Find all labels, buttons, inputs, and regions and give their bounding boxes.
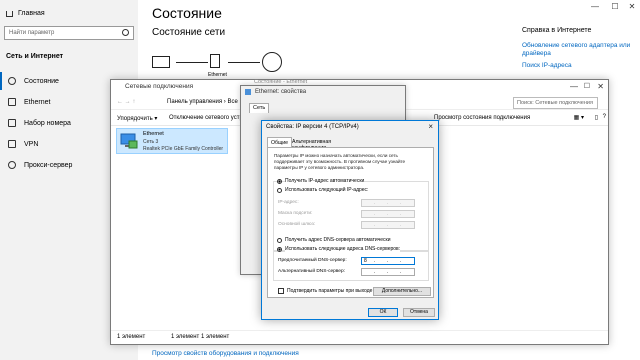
item-count-duplicate: 1 элемент 1 элемент (171, 334, 230, 340)
connection-network: Сеть 3 (143, 139, 159, 145)
connection-name: Ethernet (143, 131, 164, 137)
ip-address-field[interactable]: ... (361, 199, 415, 207)
sidebar-item-label: VPN (24, 140, 39, 148)
description-text: Параметры IP можно назначать автоматичес… (274, 153, 406, 170)
page-subtitle: Состояние сети (152, 27, 226, 38)
tab-network[interactable]: Сеть (249, 103, 269, 113)
ip-manual-radio[interactable] (277, 188, 282, 193)
network-adapter-icon (120, 133, 138, 149)
maximize-button[interactable]: ☐ (584, 82, 590, 90)
dns-auto-radio[interactable] (277, 238, 282, 243)
ethernet-port-icon (210, 54, 220, 68)
disable-device-button[interactable]: Отключение сетевого устро (169, 115, 246, 121)
validate-checkbox[interactable] (278, 288, 284, 294)
sidebar-item-label: Прокси-сервер (24, 161, 73, 169)
close-button[interactable]: × (428, 122, 433, 131)
validate-label: Подтвердить параметры при выходе (287, 288, 373, 294)
subnet-mask-label: Маска подсети: (278, 211, 313, 216)
connection-item-ethernet[interactable]: Ethernet Сеть 3 Realtek PCIe GbE Family … (116, 128, 228, 154)
globe-icon (8, 77, 16, 85)
nav-section-title: Сеть и Интернет (6, 53, 64, 60)
sidebar-item-label: Ethernet (24, 98, 51, 106)
help-icon[interactable]: ? (603, 114, 606, 120)
dns-auto-label: Получить адрес DNS-сервера автоматически (285, 237, 391, 243)
home-link[interactable]: Главная (6, 10, 45, 17)
sidebar-item-label: Набор номера (24, 119, 71, 127)
window-title: Сетевые подключения (125, 83, 194, 90)
dns-manual-label: Использовать следующие адреса DNS-сервер… (285, 246, 401, 252)
view-options-icon[interactable]: ▦ ▾ (574, 114, 584, 121)
dialup-icon (8, 119, 16, 127)
ip-manual-label: Использовать следующий IP-адрес: (285, 187, 369, 193)
dialog-title: Свойства: IP версии 4 (TCP/IPv4) (266, 124, 359, 130)
connection-adapter: Realtek PCIe GbE Family Controller (143, 146, 224, 152)
update-driver-link[interactable]: Обновление сетевого адаптера или драйвер… (522, 42, 632, 58)
diagram-label: Ethernet (208, 72, 227, 78)
general-panel: Параметры IP можно назначать автоматичес… (267, 147, 434, 298)
page-title: Состояние (152, 5, 222, 21)
close-button[interactable]: ✕ (597, 82, 604, 91)
gateway-label: Основной шлюз: (278, 222, 316, 227)
cancel-button[interactable]: Отмена (403, 308, 435, 317)
ip-auto-label: Получить IP-адрес автоматически (285, 178, 365, 184)
minimize-button[interactable]: — (570, 82, 578, 91)
alternate-dns-label: Альтернативный DNS-сервер: (278, 269, 345, 274)
network-diagram: Ethernet (152, 50, 292, 80)
alternate-dns-field[interactable]: ... (361, 268, 415, 276)
status-bar: 1 элемент 1 элемент 1 элемент (111, 330, 608, 344)
dns-manual-radio[interactable] (277, 247, 282, 252)
settings-search-input[interactable]: Найти параметр (4, 26, 134, 40)
sidebar-item-label: Состояние (24, 77, 59, 85)
minimize-button[interactable]: — (585, 0, 605, 14)
close-button[interactable]: ✕ (622, 0, 640, 14)
gateway-field[interactable]: ... (361, 221, 415, 229)
preview-pane-icon[interactable]: ▯ (595, 114, 598, 121)
link-line (176, 62, 208, 63)
ok-button[interactable]: ОК (368, 308, 398, 317)
advanced-button[interactable]: Дополнительно... (373, 287, 431, 296)
search-placeholder: Поиск: Сетевые подключения (517, 100, 593, 106)
tab-alternate-config[interactable]: Альтернативная конфигурация (289, 137, 334, 151)
computer-icon (152, 56, 170, 68)
help-title: Справка в Интернете (522, 27, 592, 34)
ipv4-properties-dialog: Свойства: IP версии 4 (TCP/IPv4) × Общие… (261, 120, 439, 320)
internet-globe-icon (262, 52, 282, 72)
dns-group (273, 251, 429, 281)
vpn-icon (8, 140, 16, 148)
home-icon (6, 10, 13, 17)
preferred-dns-label: Предпочитаемый DNS-сервер: (278, 258, 347, 263)
organize-button[interactable]: Упорядочить ▾ (117, 115, 157, 122)
view-status-button[interactable]: Просмотр состояния подключения (434, 115, 530, 121)
ethernet-icon (8, 98, 16, 106)
search-placeholder: Найти параметр (9, 30, 55, 36)
ip-address-label: IP-адрес: (278, 200, 299, 205)
adapter-icon (245, 89, 251, 95)
subnet-mask-field[interactable]: ... (361, 210, 415, 218)
proxy-icon (8, 161, 16, 169)
breadcrumb: Панель управления › Все (167, 99, 238, 105)
find-ip-link[interactable]: Поиск IP-адреса (522, 62, 572, 69)
explorer-search-input[interactable]: Поиск: Сетевые подключения (513, 97, 598, 109)
item-count: 1 элемент (117, 334, 146, 340)
search-icon (122, 29, 129, 36)
link-line (228, 62, 260, 63)
home-label: Главная (18, 10, 45, 17)
preferred-dns-field[interactable]: 8 ... (361, 257, 415, 265)
hardware-properties-link[interactable]: Просмотр свойств оборудования и подключе… (152, 350, 299, 357)
window-title: Ethernet: свойства (255, 89, 307, 95)
ip-auto-radio[interactable] (277, 179, 282, 184)
nav-arrows-icon[interactable]: ← → ↑ (117, 99, 135, 105)
